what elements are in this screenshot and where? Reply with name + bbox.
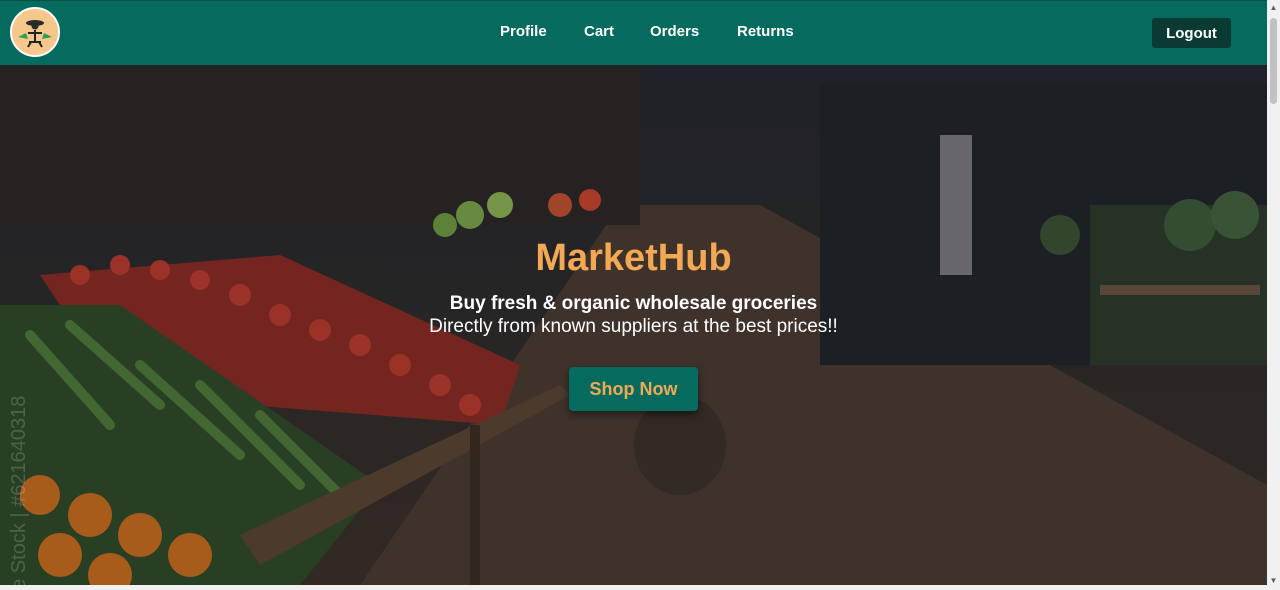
scroll-down-icon[interactable]: ▼: [1269, 576, 1278, 586]
nav-cart-link[interactable]: Cart: [584, 23, 614, 40]
scrollbar-thumb[interactable]: [1270, 18, 1277, 104]
hero-title: MarketHub: [535, 237, 732, 279]
scroll-up-icon[interactable]: ▲: [1269, 3, 1278, 13]
vertical-scrollbar[interactable]: ▲ ▼: [1267, 0, 1280, 590]
top-navbar: Profile Cart Orders Returns Logout: [0, 0, 1267, 65]
hero-banner: be Stock | #621640318 MarketHub Buy fres…: [0, 65, 1267, 585]
nav-profile-link[interactable]: Profile: [500, 23, 547, 40]
shop-now-button[interactable]: Shop Now: [569, 367, 698, 411]
image-watermark: be Stock | #621640318: [8, 395, 30, 585]
nav-links: Profile Cart Orders Returns: [0, 1, 1267, 66]
hero-subtitle-bold: Buy fresh & organic wholesale groceries: [449, 293, 818, 314]
horizontal-scroll-track: [0, 585, 1267, 590]
nav-orders-link[interactable]: Orders: [650, 23, 699, 40]
nav-returns-link[interactable]: Returns: [737, 23, 794, 40]
hero-subtitle: Directly from known suppliers at the bes…: [429, 316, 838, 337]
logout-button[interactable]: Logout: [1152, 18, 1231, 48]
